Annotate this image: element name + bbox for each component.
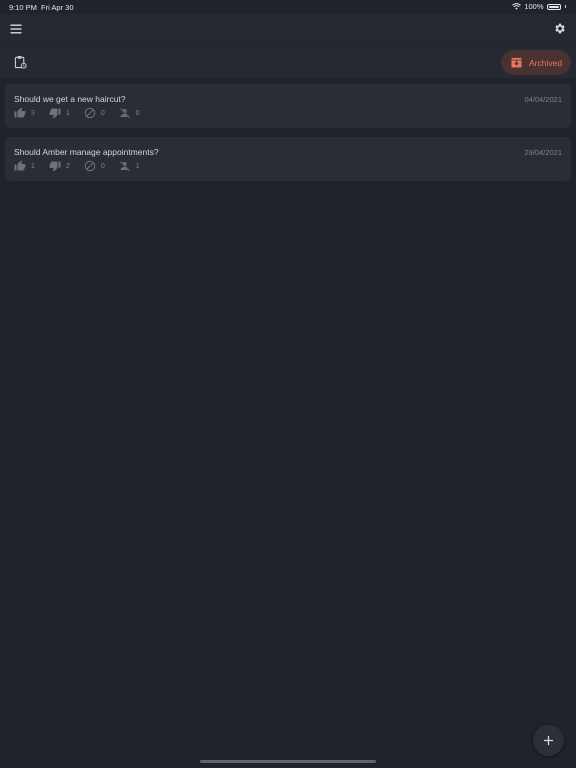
no-count: 2 [65, 162, 70, 170]
yes-count: 1 [31, 162, 35, 170]
clipboard-icon[interactable] [14, 55, 27, 69]
thumbs-up-icon [14, 107, 26, 118]
status-indicators: 100% [512, 2, 566, 11]
person-off-icon [119, 107, 130, 119]
abstain-count-group: 0 [84, 107, 105, 119]
no-count: 1 [65, 109, 70, 117]
person-off-icon [119, 160, 130, 172]
status-bar: 9:10 PM Fri Apr 30 100% [0, 0, 576, 14]
abstain-count: 0 [100, 109, 105, 117]
thumbs-up-icon [14, 160, 26, 171]
battery-percent: 100% [524, 2, 544, 11]
absent-count: 0 [135, 109, 140, 117]
status-time: 9:10 PM [9, 3, 37, 12]
plus-icon [543, 735, 554, 746]
abstain-count-group: 0 [84, 160, 105, 172]
battery-tip [564, 5, 566, 8]
gear-icon[interactable] [553, 22, 566, 35]
no-count-group: 2 [49, 160, 70, 172]
home-indicator[interactable] [200, 760, 376, 763]
thumbs-down-icon [49, 108, 61, 119]
poll-title: Should we get a new haircut? [14, 94, 126, 104]
thumbs-down-icon [49, 161, 61, 172]
absent-count-group: 0 [119, 107, 140, 119]
poll-title: Should Amber manage appointments? [14, 147, 159, 157]
poll-date: 04/04/2021 [524, 95, 562, 104]
vote-counts: 3 1 0 0 [14, 106, 154, 120]
archived-label: Archived [529, 57, 563, 68]
battery-icon [546, 3, 561, 10]
absent-count: 1 [135, 162, 140, 170]
poll-card[interactable]: Should we get a new haircut? 04/04/2021 … [5, 84, 571, 128]
toolbar: Archived [0, 47, 576, 78]
battery-fill [548, 5, 559, 8]
no-count-group: 1 [49, 107, 70, 119]
archive-box-icon [511, 57, 522, 68]
add-poll-button[interactable] [533, 725, 564, 756]
status-date: Fri Apr 30 [41, 3, 74, 12]
absent-count-group: 1 [119, 160, 140, 172]
yes-count-group: 3 [14, 107, 35, 119]
hamburger-menu-icon[interactable] [10, 23, 22, 35]
yes-count: 3 [31, 109, 35, 117]
block-icon [84, 107, 96, 119]
wifi-icon [512, 3, 522, 10]
yes-count-group: 1 [14, 160, 35, 172]
poll-card[interactable]: Should Amber manage appointments? 29/04/… [5, 137, 571, 181]
archived-button[interactable]: Archived [501, 50, 571, 75]
poll-date: 29/04/2021 [524, 148, 562, 157]
abstain-count: 0 [100, 162, 105, 170]
vote-counts: 1 2 0 1 [14, 159, 154, 173]
app-bar [0, 14, 576, 46]
block-icon [84, 160, 96, 172]
